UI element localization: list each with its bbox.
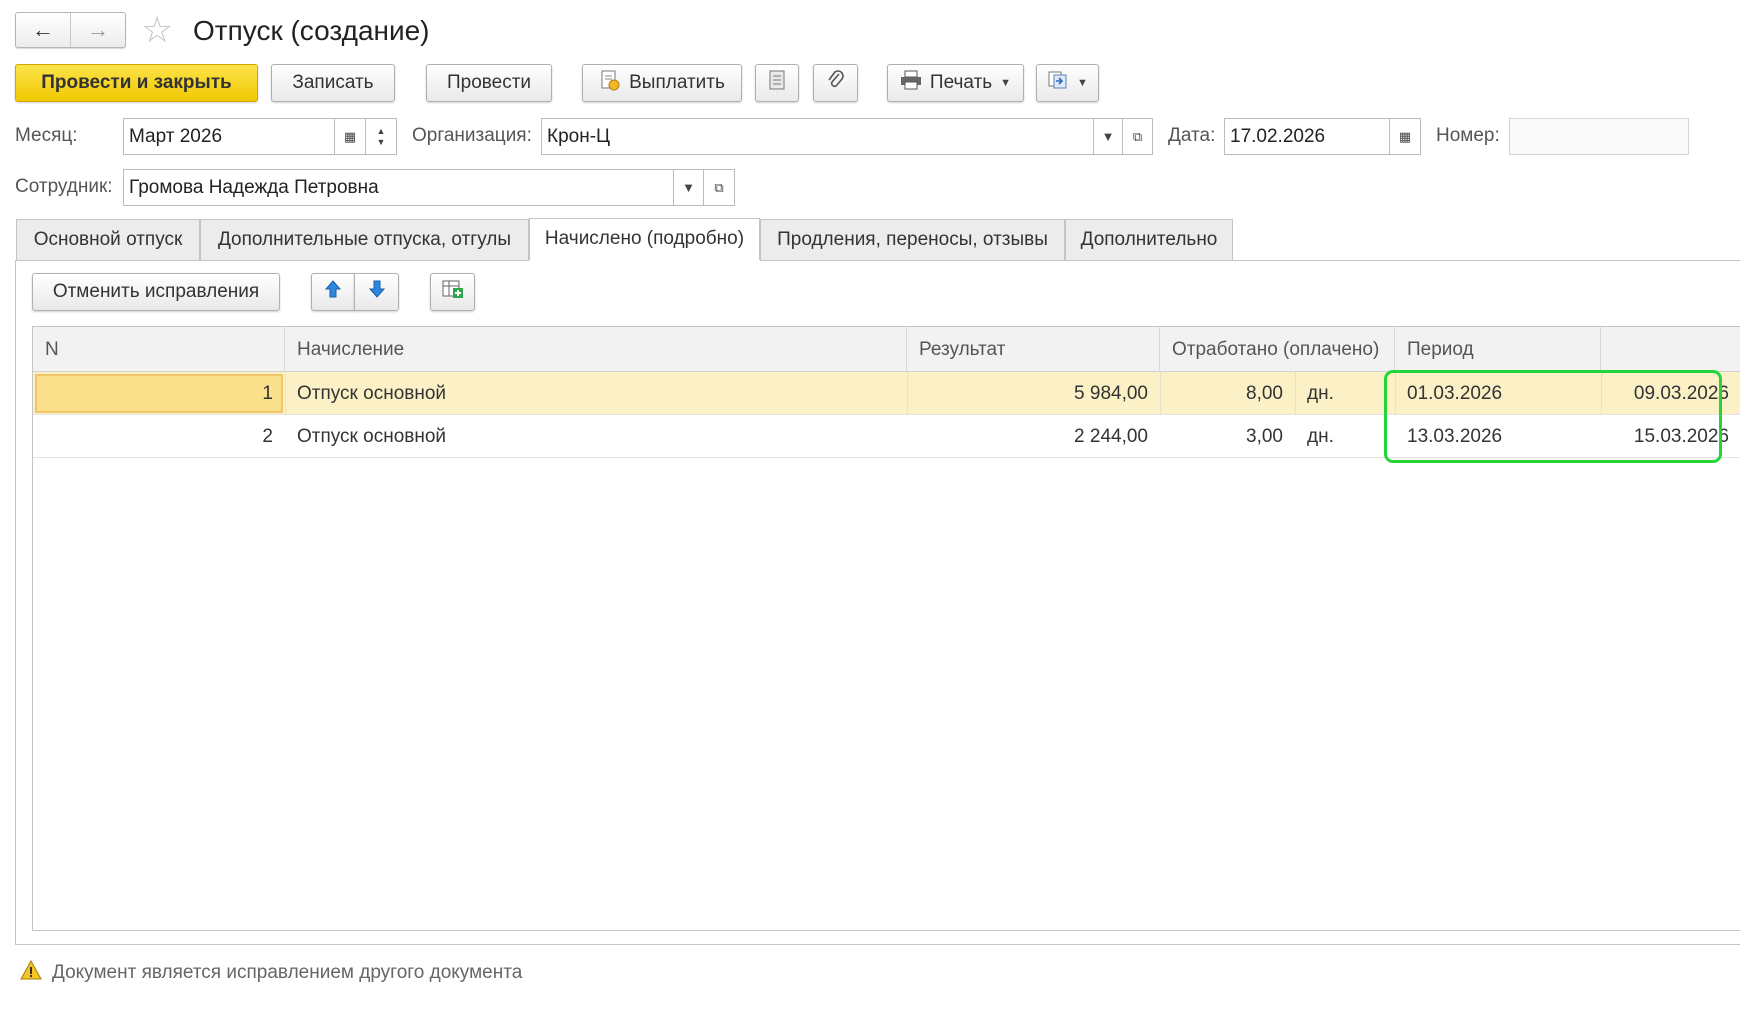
date-calendar-button[interactable]: ▦: [1389, 118, 1421, 155]
month-spinner[interactable]: ▲ ▼: [365, 118, 397, 155]
column-header-accrual[interactable]: Начисление: [285, 327, 907, 372]
printer-icon: [900, 70, 922, 96]
cell-n: 2: [262, 426, 273, 447]
chevron-down-icon: ▼: [1000, 77, 1012, 89]
page-title: Отпуск (создание): [193, 15, 430, 46]
number-label: Номер:: [1436, 125, 1500, 146]
employee-dropdown-button[interactable]: ▼: [673, 169, 704, 206]
cell-result: 2 244,00: [1074, 426, 1148, 447]
date-field[interactable]: 17.02.2026: [1224, 118, 1390, 155]
period-highlight-box: [1384, 370, 1722, 463]
print-label: Печать: [929, 72, 993, 93]
column-header-period-end: [1601, 327, 1740, 372]
list-icon: [768, 69, 786, 97]
pay-label: Выплатить: [629, 72, 725, 93]
organization-field[interactable]: Крон-Ц: [541, 118, 1094, 155]
organization-label: Организация:: [412, 125, 532, 146]
arrow-left-icon: ←: [32, 17, 54, 42]
table-add-icon: [441, 278, 465, 306]
column-header-worked[interactable]: Отработано (оплачено): [1160, 327, 1395, 372]
post-button[interactable]: Провести: [426, 64, 552, 102]
tab-panel-border: [15, 944, 1740, 945]
pay-icon: [599, 69, 621, 97]
move-up-button[interactable]: [311, 273, 355, 311]
create-based-on-button[interactable]: ▼: [1036, 64, 1099, 102]
attach-button[interactable]: [813, 64, 858, 102]
calendar-icon: ▦: [1398, 128, 1412, 144]
warning-icon: [20, 959, 42, 986]
column-header-period[interactable]: Период: [1395, 327, 1601, 372]
journal-button[interactable]: [755, 64, 799, 102]
cell-unit: дн.: [1307, 426, 1334, 447]
arrow-down-icon: [368, 279, 386, 305]
column-header-n[interactable]: N: [33, 327, 285, 372]
cell-accrual: Отпуск основной: [297, 426, 447, 447]
open-icon: ⧉: [1132, 128, 1143, 144]
cell-result: 5 984,00: [1074, 383, 1148, 404]
status-text: Документ является исправлением другого д…: [52, 962, 523, 983]
tab-divider: [15, 260, 529, 261]
history-nav: ← →: [15, 12, 126, 48]
tab-divider: [760, 260, 1740, 261]
table-header: N Начисление Результат Отработано (оплач…: [33, 327, 1740, 372]
tab-additional[interactable]: Дополнительно: [1065, 219, 1233, 260]
back-button[interactable]: ←: [16, 13, 70, 47]
post-and-close-button[interactable]: Провести и закрыть: [15, 64, 258, 102]
chevron-down-icon: ▼: [1101, 129, 1115, 144]
calendar-icon: ▦: [343, 128, 357, 144]
employee-field[interactable]: Громова Надежда Петровна: [123, 169, 674, 206]
spin-up-icon: ▲: [376, 125, 386, 136]
status-message: Документ является исправлением другого д…: [20, 959, 523, 986]
tab-extensions[interactable]: Продления, переносы, отзывы: [760, 219, 1065, 260]
column-header-result[interactable]: Результат: [907, 327, 1160, 372]
tab-panel-border: [15, 260, 16, 945]
pay-button[interactable]: Выплатить: [582, 64, 742, 102]
print-button[interactable]: Печать ▼: [887, 64, 1024, 102]
cell-accrual: Отпуск основной: [297, 383, 447, 404]
table-settings-button[interactable]: [430, 273, 475, 311]
employee-open-button[interactable]: ⧉: [703, 169, 735, 206]
arrow-up-icon: [324, 279, 342, 305]
date-label: Дата:: [1168, 125, 1216, 146]
cell-worked: 8,00: [1246, 383, 1283, 404]
create-based-icon: [1047, 70, 1069, 96]
forward-button[interactable]: →: [70, 13, 125, 47]
spin-down-icon: ▼: [376, 136, 386, 147]
cancel-corrections-button[interactable]: Отменить исправления: [32, 273, 280, 311]
number-field[interactable]: [1509, 118, 1689, 155]
cell-n: 1: [262, 383, 273, 404]
tab-accrued-detailed[interactable]: Начислено (подробно): [529, 218, 760, 260]
organization-dropdown-button[interactable]: ▼: [1093, 118, 1123, 155]
arrow-right-icon: →: [87, 17, 109, 42]
cell-worked: 3,00: [1246, 426, 1283, 447]
organization-open-button[interactable]: ⧉: [1122, 118, 1153, 155]
save-button[interactable]: Записать: [271, 64, 395, 102]
move-down-button[interactable]: [354, 273, 399, 311]
chevron-down-icon: ▼: [682, 180, 695, 195]
tab-additional-vacations[interactable]: Дополнительные отпуска, отгулы: [200, 219, 529, 260]
cell-unit: дн.: [1307, 383, 1334, 404]
month-field[interactable]: Март 2026: [123, 118, 335, 155]
calendar-button[interactable]: ▦: [334, 118, 366, 155]
open-icon: ⧉: [714, 179, 724, 195]
tab-main-vacation[interactable]: Основной отпуск: [16, 219, 200, 260]
chevron-down-icon: ▼: [1077, 77, 1088, 89]
paperclip-icon: [826, 69, 846, 97]
employee-label: Сотрудник:: [15, 176, 113, 197]
month-label: Месяц:: [15, 125, 78, 146]
favorite-star-icon[interactable]: ☆: [141, 10, 173, 50]
